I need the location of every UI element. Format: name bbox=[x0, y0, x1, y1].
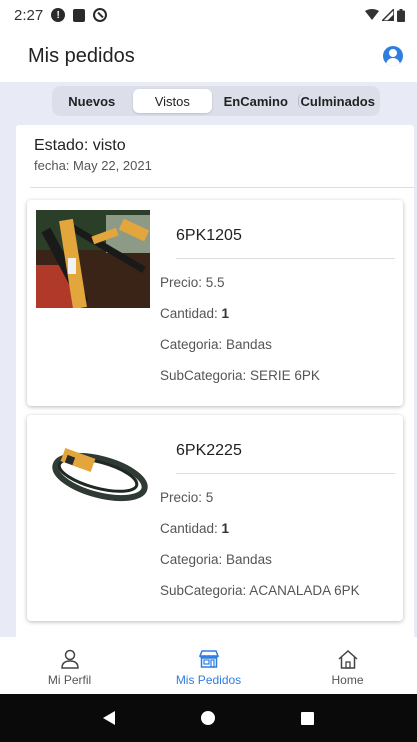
nav-label-orders: Mis Pedidos bbox=[175, 673, 242, 687]
page-title: Mis pedidos bbox=[28, 44, 135, 67]
product-subcategory: SubCategoria: SERIE 6PK bbox=[160, 368, 320, 383]
segment-vistos[interactable]: Vistos bbox=[132, 89, 213, 113]
product-image bbox=[36, 439, 150, 509]
info-icon: ! bbox=[51, 8, 66, 22]
product-quantity: Cantidad: 1 bbox=[160, 521, 229, 536]
quantity-value: 1 bbox=[221, 521, 230, 536]
recents-icon[interactable] bbox=[301, 711, 314, 725]
segment-culminados[interactable]: Culminados bbox=[297, 93, 378, 109]
product-price: Precio: 5 bbox=[160, 490, 214, 505]
product-category: Categoria: Bandas bbox=[160, 337, 272, 352]
nav-label-home: Home bbox=[331, 673, 364, 687]
divider bbox=[30, 187, 414, 188]
product-name: 6PK2225 bbox=[176, 442, 242, 459]
status-segmented-control: Nuevos Vistos EnCamino Culminados bbox=[52, 86, 380, 116]
product-price: Precio: 5.5 bbox=[160, 275, 225, 290]
product-card[interactable]: 6PK1205 Precio: 5.5 Cantidad: 1 Categori… bbox=[27, 200, 403, 406]
battery-icon bbox=[397, 8, 405, 22]
quantity-value: 1 bbox=[221, 306, 230, 321]
quantity-label: Cantidad: bbox=[160, 306, 222, 321]
account-icon[interactable] bbox=[383, 46, 403, 66]
nav-tab-home[interactable]: Home bbox=[278, 637, 417, 694]
store-icon bbox=[198, 650, 219, 668]
nav-label-profile: Mi Perfil bbox=[47, 673, 92, 687]
bottom-navigation: Mi Perfil Mis Pedidos Home bbox=[0, 637, 417, 694]
system-navigation-bar bbox=[0, 694, 417, 742]
order-status: Estado: visto bbox=[34, 137, 126, 154]
product-quantity: Cantidad: 1 bbox=[160, 306, 229, 321]
product-card[interactable]: 6PK2225 Precio: 5 Cantidad: 1 Categoria:… bbox=[27, 415, 403, 621]
status-right bbox=[365, 8, 405, 22]
product-image bbox=[36, 210, 150, 308]
divider bbox=[176, 258, 395, 259]
divider bbox=[176, 473, 395, 474]
signal-icon bbox=[382, 9, 394, 21]
back-icon[interactable] bbox=[103, 711, 115, 725]
home-button-icon[interactable] bbox=[201, 711, 215, 725]
app-bar: Mis pedidos bbox=[0, 30, 417, 82]
order-date: fecha: May 22, 2021 bbox=[34, 158, 152, 173]
quantity-label: Cantidad: bbox=[160, 521, 222, 536]
home-icon bbox=[338, 649, 357, 669]
order-card: Estado: visto fecha: May 22, 2021 6PK120… bbox=[16, 125, 414, 637]
status-left: 2:27 ! bbox=[14, 6, 108, 24]
person-icon bbox=[60, 649, 79, 669]
segment-nuevos[interactable]: Nuevos bbox=[55, 89, 129, 113]
wifi-icon bbox=[365, 9, 379, 20]
data-saver-icon bbox=[93, 8, 108, 22]
product-subcategory: SubCategoria: ACANALADA 6PK bbox=[160, 583, 360, 598]
nav-tab-orders[interactable]: Mis Pedidos bbox=[139, 637, 278, 694]
sd-card-icon bbox=[73, 8, 86, 22]
content-area: Nuevos Vistos EnCamino Culminados Estado… bbox=[0, 82, 417, 637]
nav-tab-profile[interactable]: Mi Perfil bbox=[0, 637, 139, 694]
status-bar: 2:27 ! bbox=[0, 0, 417, 30]
product-category: Categoria: Bandas bbox=[160, 552, 272, 567]
segment-encamino[interactable]: EnCamino bbox=[214, 89, 297, 113]
product-name: 6PK1205 bbox=[176, 227, 242, 244]
status-time: 2:27 bbox=[14, 6, 44, 24]
